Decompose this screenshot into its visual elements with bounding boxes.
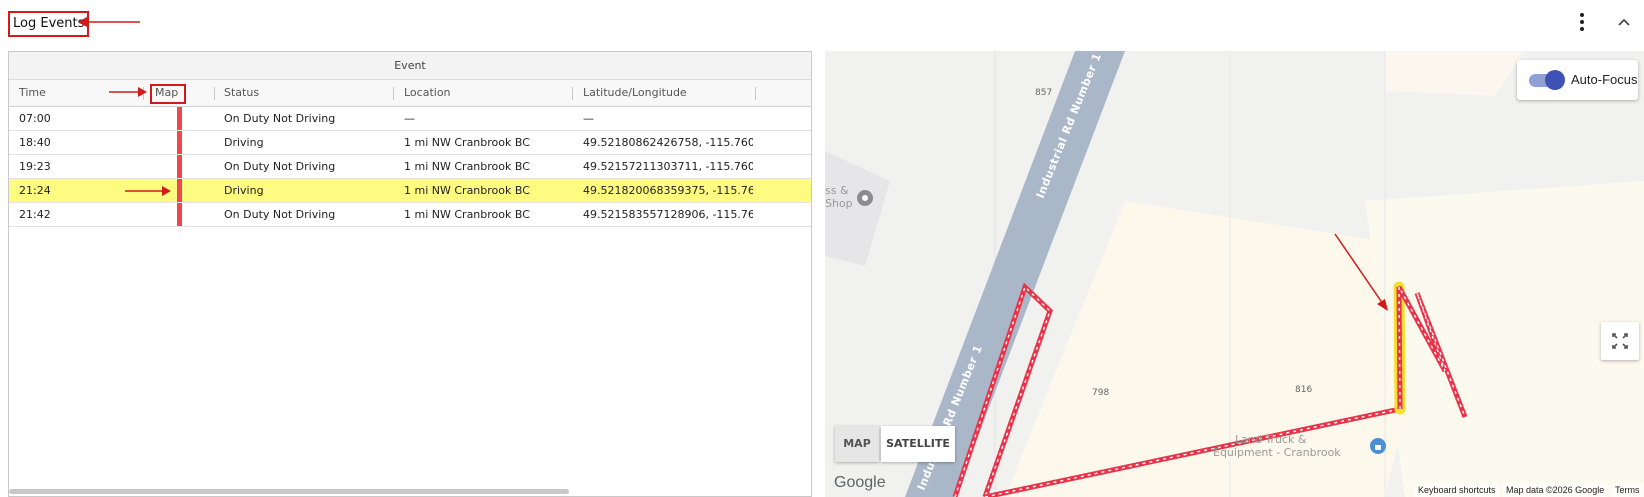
group-header-event: Event xyxy=(9,52,811,80)
cell-location: 1 mi NW Cranbrook BC xyxy=(404,160,530,173)
cell-location: — xyxy=(404,112,415,125)
map-type-satellite-button[interactable]: SATELLITE xyxy=(881,426,955,462)
cell-status: On Duty Not Driving xyxy=(224,208,336,221)
map-status-bar xyxy=(177,203,182,226)
cell-status: Driving xyxy=(224,136,264,149)
cell-time: 18:40 xyxy=(19,136,51,149)
column-header-status[interactable]: Status xyxy=(224,80,259,106)
annotation-arrow-title xyxy=(78,17,140,27)
map-poi-label: Land Truck & xyxy=(1235,433,1307,446)
cell-location: 1 mi NW Cranbrook BC xyxy=(404,136,530,149)
column-separator[interactable] xyxy=(572,87,573,100)
map-number-label: 816 xyxy=(1295,385,1312,395)
panel-splitter[interactable] xyxy=(812,51,824,497)
cell-latlng: 49.52180862426758, -115.76091766 xyxy=(583,136,753,149)
cell-status: Driving xyxy=(224,184,264,197)
cell-latlng: 49.521583557128906, -115.76097107 xyxy=(583,208,753,221)
table-row[interactable]: 07:00 On Duty Not Driving — — xyxy=(9,107,811,131)
auto-focus-toggle[interactable]: Auto-Focus xyxy=(1517,60,1638,100)
cell-status: On Duty Not Driving xyxy=(224,160,336,173)
column-header-time[interactable]: Time xyxy=(19,80,46,106)
cell-status: On Duty Not Driving xyxy=(224,112,336,125)
cell-time: 07:00 xyxy=(19,112,51,125)
table-row[interactable]: 18:40 Driving 1 mi NW Cranbrook BC 49.52… xyxy=(9,131,811,155)
map-number-label: 798 xyxy=(1092,388,1109,398)
auto-focus-label: Auto-Focus xyxy=(1571,72,1638,87)
map-number-label: 857 xyxy=(1035,88,1052,98)
map-type-map-button[interactable]: MAP xyxy=(835,426,879,462)
page-header: Log Events xyxy=(0,0,1644,48)
map-poi-label: Equipment - Cranbrook xyxy=(1213,446,1341,459)
map-data-attribution[interactable]: Map data ©2026 Google xyxy=(1503,483,1608,497)
more-vert-icon[interactable] xyxy=(1572,10,1592,34)
map-status-bar xyxy=(177,107,182,130)
cell-location: 1 mi NW Cranbrook BC xyxy=(404,208,530,221)
terms-link[interactable]: Terms xyxy=(1612,483,1643,497)
table-row-selected[interactable]: 21:24 Driving 1 mi NW Cranbrook BC 49.52… xyxy=(9,179,811,203)
horizontal-scrollbar[interactable] xyxy=(9,489,569,494)
map-poi-label: Shop xyxy=(825,197,853,210)
map-status-bar xyxy=(177,179,182,202)
cell-latlng: 49.521820068359375, -115.76097869 xyxy=(583,184,753,197)
log-events-table: Event Time Map Status Location Latitude/… xyxy=(8,51,812,497)
annotation-arrow-selected-row xyxy=(125,186,171,196)
keyboard-shortcuts-link[interactable]: Keyboard shortcuts xyxy=(1415,483,1499,497)
column-separator[interactable] xyxy=(393,87,394,100)
fullscreen-icon xyxy=(1612,333,1628,349)
cell-time: 21:42 xyxy=(19,208,51,221)
column-header-map[interactable]: Map xyxy=(155,80,178,106)
cell-latlng: — xyxy=(583,112,594,125)
google-logo: Google xyxy=(834,474,886,491)
map-status-bar xyxy=(177,155,182,178)
column-separator[interactable] xyxy=(214,87,215,100)
cell-location: 1 mi NW Cranbrook BC xyxy=(404,184,530,197)
cell-time: 19:23 xyxy=(19,160,51,173)
fullscreen-button[interactable] xyxy=(1601,322,1639,360)
column-header-location[interactable]: Location xyxy=(404,80,451,106)
map-poi-label: ss & xyxy=(825,184,849,197)
toggle-knob[interactable] xyxy=(1545,70,1565,90)
annotation-arrow-map-header xyxy=(109,87,147,97)
column-separator[interactable] xyxy=(755,87,756,100)
table-row[interactable]: 21:42 On Duty Not Driving 1 mi NW Cranbr… xyxy=(9,203,811,227)
map-status-bar xyxy=(177,131,182,154)
column-header-latlng[interactable]: Latitude/Longitude xyxy=(583,80,687,106)
cell-time: 21:24 xyxy=(19,184,51,197)
table-row[interactable]: 19:23 On Duty Not Driving 1 mi NW Cranbr… xyxy=(9,155,811,179)
chevron-up-icon[interactable] xyxy=(1614,12,1634,32)
cell-latlng: 49.52157211303711, -115.76076507 xyxy=(583,160,753,173)
